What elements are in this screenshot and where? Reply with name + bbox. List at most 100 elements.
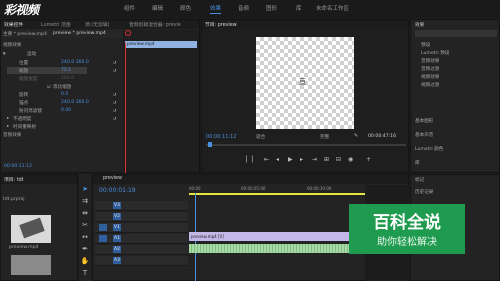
- ripple-edit-tool-icon[interactable]: ⇹: [80, 208, 90, 218]
- menu-assembly[interactable]: 组件: [124, 4, 135, 12]
- position-value[interactable]: 240.0 360.0: [61, 60, 89, 65]
- track-select-tool-icon[interactable]: ⇉: [80, 196, 90, 206]
- section-essential-graphics[interactable]: 基本图形: [415, 118, 433, 124]
- effects-panel: 效果 预设 Lumetri 预设 音频效果 音频过渡 视频效果 视频过渡 基本图…: [410, 19, 500, 173]
- menu-workspace[interactable]: 未命名工作区: [316, 4, 349, 12]
- tab-source[interactable]: 源:(无剪辑): [85, 21, 110, 28]
- watermark-logo: 彩视频: [4, 3, 39, 17]
- insert-icon[interactable]: ⊞: [324, 156, 329, 163]
- video-clip[interactable]: preview.mp4 [V]: [189, 232, 349, 241]
- badge-title: 百科全说: [373, 213, 441, 233]
- scrub-bar[interactable]: [206, 144, 406, 146]
- effects-item-audio-effects[interactable]: 音频效果: [421, 58, 439, 64]
- source-v1-button[interactable]: [99, 224, 107, 231]
- section-history[interactable]: 历史记录: [415, 189, 433, 195]
- timeline-tab[interactable]: preview: [103, 176, 122, 181]
- go-to-in-icon[interactable]: ⇤: [264, 156, 269, 163]
- sequence-clip-label[interactable]: preview * preview.mp4: [53, 31, 106, 36]
- mark-in-icon[interactable]: ▕: [242, 156, 247, 163]
- section-markers[interactable]: 标记: [415, 177, 424, 183]
- anchor-label: 锚点: [19, 101, 29, 106]
- audio-effects-header: 音频效果: [3, 133, 22, 138]
- anchor-value[interactable]: 240.0 360.0: [61, 100, 89, 105]
- fit-dropdown[interactable]: 适合: [256, 134, 265, 140]
- pen-tool-icon[interactable]: ✒: [80, 244, 90, 254]
- chevron-right-icon[interactable]: ▸: [7, 123, 9, 128]
- reset-icon[interactable]: ↺: [113, 60, 116, 65]
- tab-lumetri-scopes[interactable]: Lumetri 范围: [41, 21, 71, 28]
- selection-tool-icon[interactable]: ➤: [80, 184, 90, 194]
- menu-audio[interactable]: 音频: [238, 4, 249, 12]
- section-libraries[interactable]: 库: [415, 160, 420, 166]
- overwrite-icon[interactable]: ⊟: [336, 156, 341, 163]
- scale-value[interactable]: 72.1: [61, 68, 71, 73]
- section-lumetri-color[interactable]: Lumetri 颜色: [415, 146, 443, 152]
- play-icon[interactable]: ▶: [288, 156, 293, 163]
- go-to-out-icon[interactable]: ⇥: [312, 156, 317, 163]
- reset-icon[interactable]: ↺: [113, 116, 116, 121]
- tab-effect-controls[interactable]: 效果控件: [4, 21, 23, 28]
- track-v2-label[interactable]: V2: [113, 213, 121, 220]
- ruler-mark: 00:00:05:00: [241, 186, 266, 191]
- track-v1-label[interactable]: V1: [113, 224, 121, 231]
- scale-width-label: 缩放宽度: [19, 77, 38, 82]
- export-frame-icon[interactable]: ◉: [348, 156, 353, 163]
- project-panel-title[interactable]: 项目: tdt: [4, 176, 24, 183]
- track-a3-label[interactable]: A3: [113, 257, 121, 264]
- scale-label: 缩放: [19, 69, 29, 74]
- menu-color[interactable]: 颜色: [180, 4, 191, 12]
- sequence-thumbnail[interactable]: [11, 255, 51, 275]
- add-button-icon[interactable]: +: [366, 156, 371, 163]
- type-tool-icon[interactable]: T: [80, 268, 90, 278]
- effect-controls-timecode[interactable]: 00:00:11:12: [4, 164, 32, 169]
- chevron-down-icon[interactable]: ▾: [3, 51, 6, 57]
- menu-library[interactable]: 库: [296, 4, 302, 12]
- effects-item-lumetri-presets[interactable]: Lumetri 预设: [421, 50, 449, 56]
- hand-tool-icon[interactable]: ✋: [80, 256, 90, 266]
- reset-icon[interactable]: ↺: [113, 92, 116, 97]
- mark-out-icon[interactable]: ▏: [252, 156, 257, 163]
- checkbox-icon[interactable]: ☑: [47, 84, 51, 89]
- effects-item-presets[interactable]: 预设: [421, 42, 430, 48]
- scrub-playhead[interactable]: [208, 142, 212, 147]
- playhead-marker-icon[interactable]: [125, 30, 131, 36]
- menu-effects[interactable]: 效果: [210, 4, 222, 14]
- source-a1-button[interactable]: [99, 235, 107, 242]
- step-back-icon[interactable]: ◂: [276, 156, 279, 163]
- video-preview[interactable]: 亘: [256, 37, 354, 129]
- chevron-right-icon[interactable]: ▸: [7, 115, 9, 120]
- tab-audio-mixer[interactable]: 音频剪辑混合器: previe: [129, 21, 181, 28]
- effects-item-video-effects[interactable]: 视频效果: [421, 74, 439, 80]
- track-a2-label[interactable]: A2: [113, 246, 121, 253]
- menu-edit[interactable]: 编辑: [152, 4, 163, 12]
- master-clip-label[interactable]: 主要 * preview.mp4: [3, 31, 47, 37]
- effects-item-audio-transitions[interactable]: 音频过渡: [421, 66, 439, 72]
- menu-graphics[interactable]: 图形: [266, 4, 277, 12]
- mini-timeline[interactable]: preview.mp4: [123, 30, 199, 173]
- clip-thumbnail[interactable]: [11, 215, 51, 243]
- effects-search-input[interactable]: [415, 30, 497, 37]
- wrench-icon[interactable]: ✎: [354, 133, 358, 139]
- mini-clip-bar[interactable]: preview.mp4: [125, 41, 197, 48]
- track-v3-label[interactable]: V3: [113, 202, 121, 209]
- timeline-timecode[interactable]: 00:00:01:19: [99, 187, 136, 194]
- track-a1-label[interactable]: A1: [113, 235, 121, 242]
- flicker-value[interactable]: 0.00: [61, 108, 71, 113]
- razor-tool-icon[interactable]: ✂: [80, 220, 90, 230]
- slip-tool-icon[interactable]: ↔: [80, 232, 90, 242]
- step-forward-icon[interactable]: ▸: [300, 156, 303, 163]
- reset-icon[interactable]: ↺: [113, 68, 116, 73]
- badge-subtitle: 助你轻松解决: [377, 237, 437, 248]
- program-timecode[interactable]: 00:00:11:12: [206, 134, 237, 140]
- rotation-value[interactable]: 0.0: [61, 92, 68, 97]
- section-essential-sound[interactable]: 基本声音: [415, 132, 433, 138]
- effects-item-video-transitions[interactable]: 视频过渡: [421, 82, 439, 88]
- reset-icon[interactable]: ↺: [113, 100, 116, 105]
- effect-controls-panel: 效果控件 Lumetri 范围 源:(无剪辑) 音频剪辑混合器: previe …: [0, 19, 200, 173]
- reset-icon[interactable]: ↺: [113, 108, 116, 113]
- program-monitor-title[interactable]: 节目: preview: [205, 21, 237, 28]
- quality-dropdown[interactable]: 完整: [320, 134, 329, 140]
- watermark-badge: 百科全说 助你轻松解决: [349, 204, 465, 254]
- audio-clip[interactable]: [189, 244, 349, 253]
- motion-label: 运动: [27, 52, 37, 57]
